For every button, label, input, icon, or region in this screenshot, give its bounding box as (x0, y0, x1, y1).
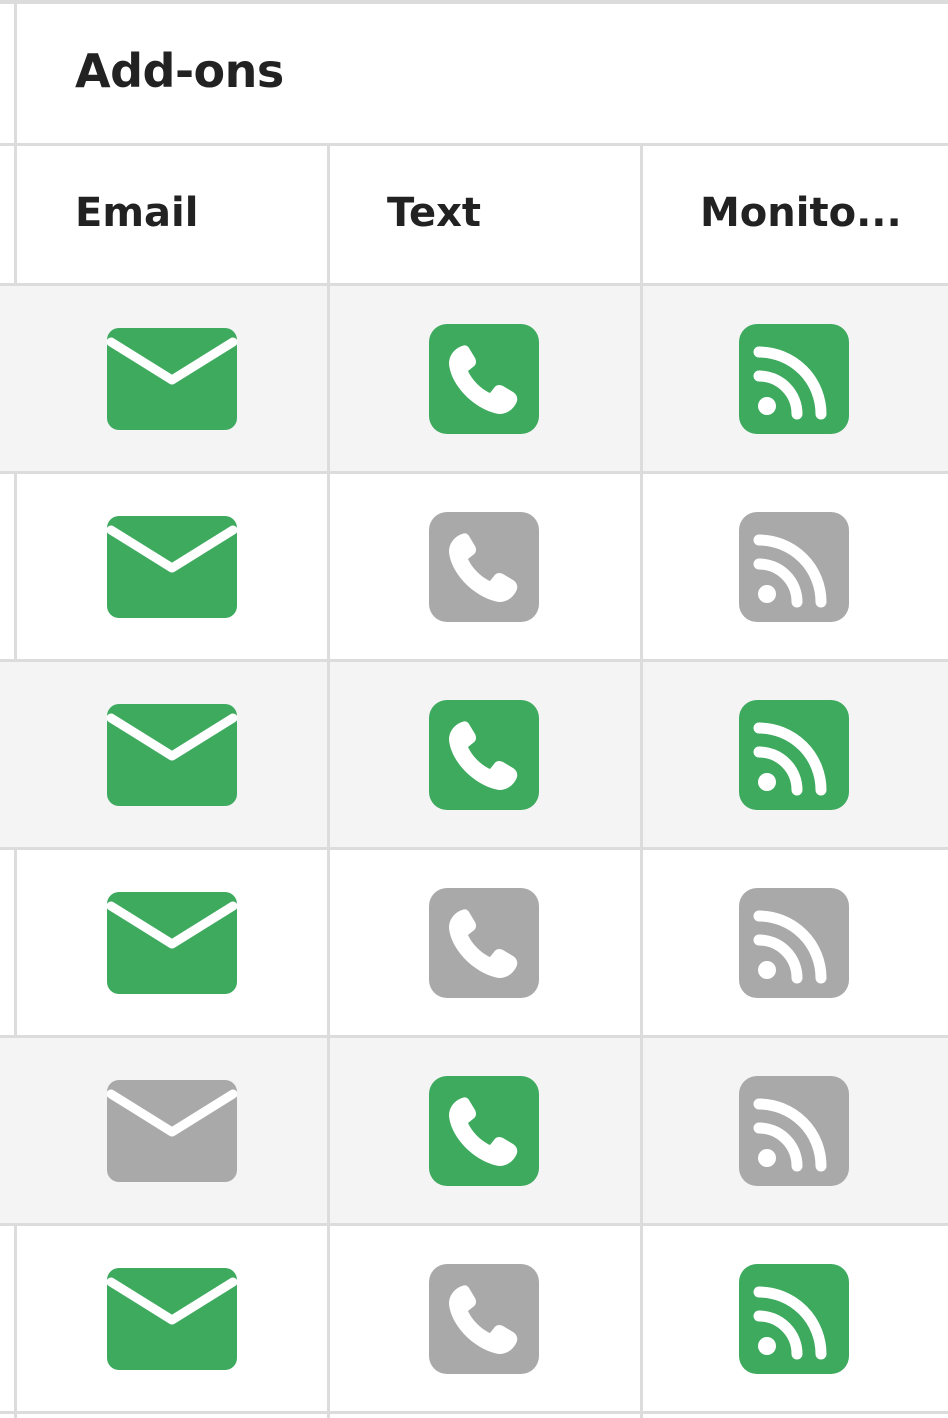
column-divider-2 (640, 143, 643, 1418)
header-top-divider (0, 143, 948, 146)
table-cell-email (17, 1038, 327, 1223)
column-header-text-label: Text (387, 190, 482, 236)
table-row[interactable] (0, 474, 948, 659)
table-cell-monitor (643, 286, 948, 471)
table-cell-email (17, 1226, 327, 1411)
phone-icon[interactable] (429, 699, 539, 810)
rss-icon[interactable] (739, 511, 849, 622)
table-cell-text (330, 662, 640, 847)
rss-icon[interactable] (739, 1263, 849, 1374)
table-cell-text (330, 474, 640, 659)
column-header-monitor-label: Monito... (700, 190, 902, 236)
column-header-monitor[interactable]: Monito... (643, 143, 948, 283)
table-cell-text (330, 286, 640, 471)
phone-icon[interactable] (429, 1075, 539, 1186)
column-divider-1 (327, 143, 330, 1418)
table-cell-email (17, 850, 327, 1035)
table-row[interactable] (0, 1226, 948, 1411)
table-header-row: Email Text Monito... (0, 143, 948, 283)
envelope-icon[interactable] (107, 1267, 237, 1370)
table-cell-monitor (643, 662, 948, 847)
envelope-icon[interactable] (107, 515, 237, 618)
rss-icon[interactable] (739, 699, 849, 810)
table-cell-monitor (643, 850, 948, 1035)
table-row[interactable] (0, 850, 948, 1035)
envelope-icon[interactable] (107, 327, 237, 430)
table-cell-text (330, 1038, 640, 1223)
phone-icon[interactable] (429, 887, 539, 998)
table-cell-email (17, 286, 327, 471)
table-row[interactable] (0, 662, 948, 847)
row-divider (0, 1411, 948, 1414)
table-cell-text (330, 1226, 640, 1411)
table-cell-monitor (643, 1038, 948, 1223)
panel-title: Add-ons (75, 44, 284, 98)
table-cell-email (17, 662, 327, 847)
rss-icon[interactable] (739, 323, 849, 434)
envelope-icon[interactable] (107, 891, 237, 994)
table-row[interactable] (0, 1038, 948, 1223)
phone-icon[interactable] (429, 1263, 539, 1374)
addons-panel: Add-ons Email Text Monito... (0, 0, 948, 1418)
table-cell-monitor (643, 474, 948, 659)
column-header-text[interactable]: Text (330, 143, 640, 283)
table-cell-text (330, 850, 640, 1035)
envelope-icon[interactable] (107, 703, 237, 806)
phone-icon[interactable] (429, 511, 539, 622)
rss-icon[interactable] (739, 887, 849, 998)
rss-icon[interactable] (739, 1075, 849, 1186)
envelope-icon[interactable] (107, 1079, 237, 1182)
phone-icon[interactable] (429, 323, 539, 434)
table-cell-email (17, 474, 327, 659)
panel-header: Add-ons (17, 4, 948, 143)
column-header-email-label: Email (75, 190, 199, 236)
column-header-email[interactable]: Email (17, 143, 327, 283)
table-row[interactable] (0, 286, 948, 471)
table-cell-monitor (643, 1226, 948, 1411)
